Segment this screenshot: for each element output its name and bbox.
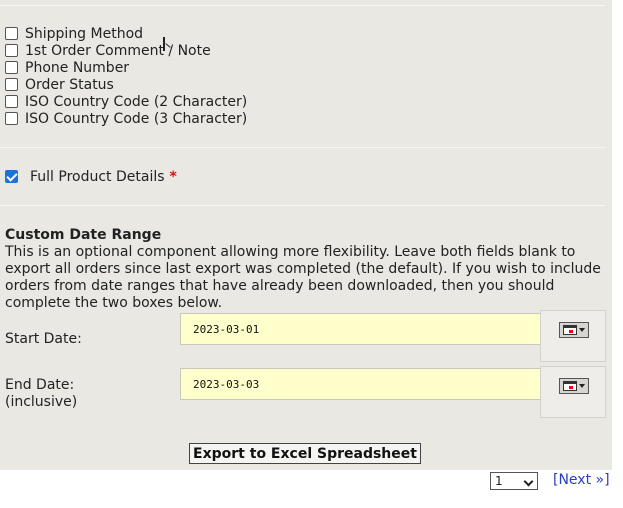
calendar-icon: [563, 325, 577, 335]
option-order-status[interactable]: Order Status: [5, 76, 114, 93]
calendar-button[interactable]: [559, 378, 589, 394]
dropdown-arrow-icon: [579, 384, 585, 388]
option-label: Shipping Method: [25, 25, 144, 42]
checkbox-checked[interactable]: [5, 170, 18, 183]
option-label: ISO Country Code (2 Character): [25, 93, 248, 110]
calendar-button[interactable]: [559, 322, 589, 338]
page-select[interactable]: 1: [490, 472, 538, 490]
option-label: Order Status: [25, 76, 114, 93]
section-title: Custom Date Range: [5, 227, 162, 243]
end-date-input[interactable]: 2023-03-03: [180, 368, 542, 400]
option-label: Full Product Details: [30, 168, 165, 185]
export-excel-button[interactable]: Export to Excel Spreadsheet: [189, 443, 421, 464]
option-iso-country-3[interactable]: ISO Country Code (3 Character): [5, 110, 247, 127]
page-select-value: 1: [495, 474, 503, 488]
scrollbar-track[interactable]: [612, 0, 623, 508]
option-label: 1st Order Comment / Note: [25, 42, 211, 59]
option-shipping-method[interactable]: Shipping Method: [5, 25, 143, 42]
start-date-label: Start Date:: [5, 331, 82, 347]
section-description: This is an optional component allowing m…: [5, 244, 601, 311]
end-date-note: (inclusive): [5, 394, 78, 410]
option-order-comment[interactable]: 1st Order Comment / Note: [5, 42, 211, 59]
dropdown-arrow-icon: [579, 328, 585, 332]
checkbox[interactable]: [5, 61, 18, 74]
option-iso-country-2[interactable]: ISO Country Code (2 Character): [5, 93, 247, 110]
start-date-input[interactable]: 2023-03-01: [180, 313, 542, 345]
end-date-picker: [540, 366, 606, 418]
option-phone-number[interactable]: Phone Number: [5, 59, 129, 76]
checkbox[interactable]: [5, 44, 18, 57]
checkbox[interactable]: [5, 78, 18, 91]
required-marker: *: [169, 168, 177, 185]
divider: [0, 147, 606, 148]
checkbox[interactable]: [5, 95, 18, 108]
checkbox[interactable]: [5, 112, 18, 125]
text-cursor-icon: [163, 37, 165, 51]
option-label: ISO Country Code (3 Character): [25, 110, 248, 127]
divider: [0, 5, 606, 6]
export-options-panel: Shipping Method 1st Order Comment / Note…: [0, 0, 612, 470]
divider: [0, 205, 606, 206]
checkbox[interactable]: [5, 27, 18, 40]
start-date-picker: [540, 310, 606, 362]
chevron-down-icon: [523, 476, 534, 487]
calendar-icon: [563, 381, 577, 391]
next-page-link[interactable]: [Next »]: [553, 472, 610, 488]
end-date-label: End Date:: [5, 377, 75, 393]
option-label: Phone Number: [25, 59, 130, 76]
option-full-product-details[interactable]: Full Product Details *: [5, 168, 177, 185]
